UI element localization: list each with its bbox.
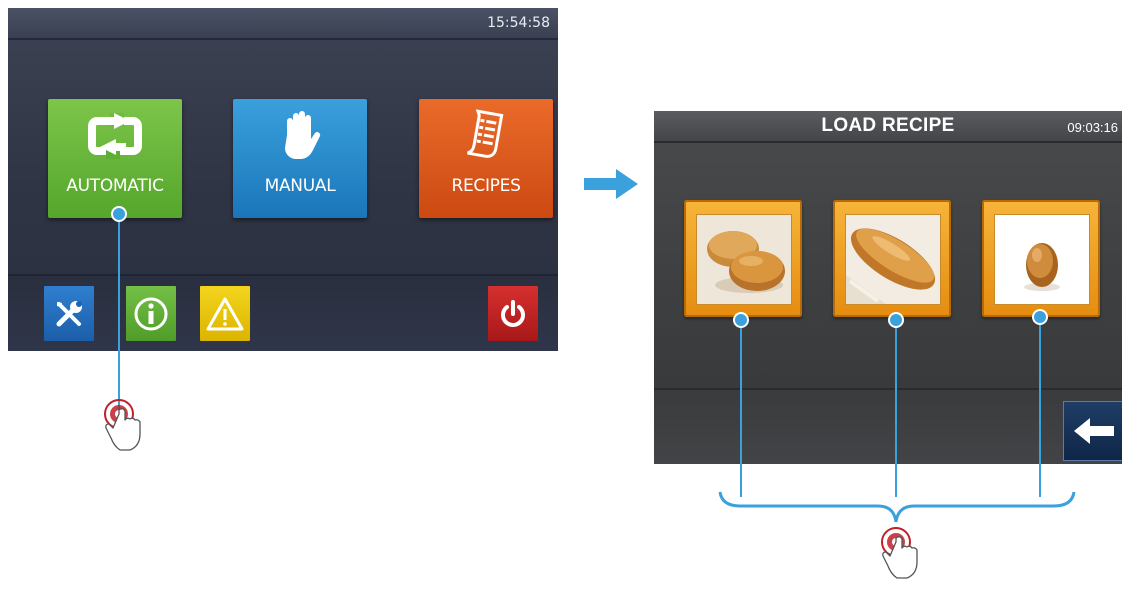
recipe-button-buns[interactable] [684, 200, 802, 317]
recipes-button[interactable]: RECIPES [419, 99, 553, 218]
warning-icon [206, 297, 244, 330]
automatic-label: AUTOMATIC [66, 176, 164, 196]
recipe-button-round-roll[interactable] [982, 200, 1100, 317]
buns-photo [696, 214, 792, 305]
flow-arrow-icon [584, 169, 638, 199]
manual-label: MANUAL [264, 176, 336, 196]
recipe-list-icon [467, 109, 504, 158]
top-status-bar: 15:54:58 [8, 8, 558, 40]
main-menu-screen: 15:54:58 AUTOMATIC MANUAL RECIPES [8, 8, 558, 351]
alarm-button[interactable] [200, 286, 250, 341]
load-recipe-screen: LOAD RECIPE 09:03:16 [654, 111, 1122, 464]
recipe-button-baguette[interactable] [833, 200, 951, 317]
tools-icon [56, 300, 82, 326]
touch-gesture-icon [881, 527, 918, 579]
baguette-roll-photo [845, 214, 941, 305]
info-button[interactable] [126, 286, 176, 341]
manual-button[interactable]: MANUAL [233, 99, 367, 218]
repeat-icon [88, 113, 142, 159]
round-bread-roll-photo [994, 214, 1090, 305]
back-button[interactable] [1063, 401, 1122, 461]
power-icon [501, 299, 525, 327]
clock: 09:03:16 [1067, 120, 1118, 135]
hand-icon [285, 111, 321, 159]
clock: 15:54:58 [487, 15, 550, 31]
recipes-label: RECIPES [451, 176, 521, 196]
automatic-button[interactable]: AUTOMATIC [48, 99, 182, 218]
bottom-toolbar [654, 388, 1122, 464]
tools-button[interactable] [44, 286, 94, 341]
back-arrow-icon [1074, 418, 1114, 444]
touch-gesture-icon [104, 399, 141, 451]
info-icon [134, 297, 168, 330]
page-title: LOAD RECIPE [821, 115, 955, 136]
power-button[interactable] [488, 286, 538, 341]
top-status-bar: LOAD RECIPE 09:03:16 [654, 111, 1122, 143]
